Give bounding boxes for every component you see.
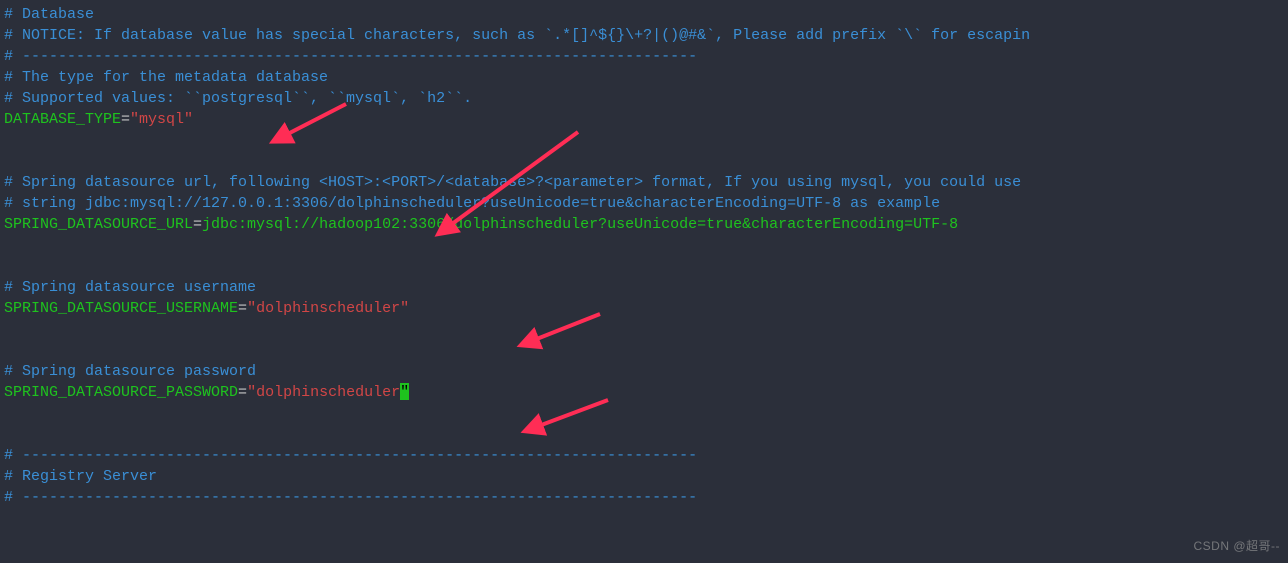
code-line: # string jdbc:mysql://127.0.0.1:3306/dol… <box>4 193 1288 214</box>
comment-dashes-text: ----------------------------------------… <box>22 489 697 506</box>
code-line: # --------------------------------------… <box>4 445 1288 466</box>
code-line <box>4 256 1288 277</box>
comment-text: # string jdbc:mysql://127.0.0.1:3306/dol… <box>4 195 940 212</box>
key-text: SPRING_DATASOURCE_PASSWORD <box>4 384 238 401</box>
code-editor[interactable]: # Database # NOTICE: If database value ha… <box>4 4 1288 508</box>
code-line: # The type for the metadata database <box>4 67 1288 88</box>
comment-text: # Spring datasource password <box>4 363 256 380</box>
comment-dashes-text: ----------------------------------------… <box>22 447 697 464</box>
code-line: SPRING_DATASOURCE_USERNAME="dolphinsched… <box>4 298 1288 319</box>
comment-text: # Spring datasource url, following <HOST… <box>4 174 1021 191</box>
code-line: # Registry Server <box>4 466 1288 487</box>
comment-text: # The type for the metadata database <box>4 69 328 86</box>
code-line <box>4 319 1288 340</box>
comment-text: # Database <box>4 6 94 23</box>
code-line: # --------------------------------------… <box>4 46 1288 67</box>
cursor-char-text: " <box>400 384 409 401</box>
code-line: # Spring datasource username <box>4 277 1288 298</box>
code-line <box>4 424 1288 445</box>
code-line: # Supported values: ``postgresql``, ``my… <box>4 88 1288 109</box>
comment-text: # <box>4 447 22 464</box>
code-line <box>4 235 1288 256</box>
eq-text: = <box>238 384 247 401</box>
comment-dashes-text: ----------------------------------------… <box>22 48 697 65</box>
watermark: CSDN @超哥-- <box>1193 536 1280 557</box>
code-line: # Spring datasource password <box>4 361 1288 382</box>
code-line <box>4 151 1288 172</box>
string-text: "mysql" <box>130 111 193 128</box>
code-line: # Database <box>4 4 1288 25</box>
comment-text: # Supported values: ``postgresql``, ``my… <box>4 90 472 107</box>
eq-text: = <box>193 216 202 233</box>
code-line: # NOTICE: If database value has special … <box>4 25 1288 46</box>
key-text: SPRING_DATASOURCE_USERNAME <box>4 300 238 317</box>
code-line: SPRING_DATASOURCE_PASSWORD="dolphinsched… <box>4 382 1288 403</box>
code-line: # --------------------------------------… <box>4 487 1288 508</box>
comment-text: # <box>4 48 22 65</box>
code-line: DATABASE_TYPE="mysql" <box>4 109 1288 130</box>
code-line: SPRING_DATASOURCE_URL=jdbc:mysql://hadoo… <box>4 214 1288 235</box>
code-line <box>4 340 1288 361</box>
code-line: # Spring datasource url, following <HOST… <box>4 172 1288 193</box>
comment-text: # NOTICE: If database value has special … <box>4 27 1030 44</box>
string-text: "dolphinscheduler" <box>247 300 409 317</box>
comment-text: # Registry Server <box>4 468 157 485</box>
string-text: "dolphinscheduler <box>247 384 400 401</box>
eq-text: = <box>121 111 130 128</box>
value-green-text: jdbc:mysql://hadoop102:3306/dolphinsched… <box>202 216 958 233</box>
eq-text: = <box>238 300 247 317</box>
key-text: SPRING_DATASOURCE_URL <box>4 216 193 233</box>
code-line <box>4 130 1288 151</box>
code-line <box>4 403 1288 424</box>
comment-text: # <box>4 489 22 506</box>
key-text: DATABASE_TYPE <box>4 111 121 128</box>
comment-text: # Spring datasource username <box>4 279 256 296</box>
